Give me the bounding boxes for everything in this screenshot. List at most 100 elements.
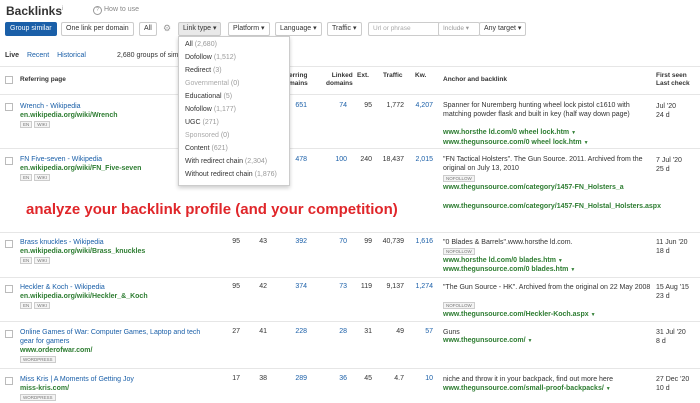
- language-dropdown[interactable]: Language ▾: [275, 22, 322, 36]
- row-title-link[interactable]: Online Games of War: Computer Games, Lap…: [20, 328, 210, 346]
- cell-ur: 41: [259, 328, 267, 335]
- cell-rd[interactable]: 289: [277, 375, 307, 382]
- row-url-link[interactable]: www.orderofwar.com/: [20, 347, 92, 354]
- menu-item-nofollow[interactable]: Nofollow (1,177): [185, 106, 236, 113]
- row-checkbox[interactable]: [5, 330, 13, 338]
- menu-item-educational[interactable]: Educational (5): [185, 93, 232, 100]
- link-type-menu: All (2,680) Dofollow (1,512) Redirect (3…: [178, 36, 290, 186]
- row-url-link[interactable]: en.wikipedia.org/wiki/FN_Five-seven: [20, 165, 141, 172]
- backlink-url[interactable]: www.thegunsource.com/category/1457-FN_Ho…: [443, 184, 624, 191]
- row-badges: EN WIKI: [20, 302, 52, 309]
- cell-kw[interactable]: 57: [403, 328, 433, 335]
- cell-rd[interactable]: 392: [277, 238, 307, 245]
- tabs: Live Recent Historical: [5, 52, 92, 59]
- menu-item-sponsored[interactable]: Sponsored (0): [185, 132, 229, 139]
- row-url-link[interactable]: en.wikipedia.org/wiki/Heckler_&_Koch: [20, 293, 148, 300]
- cell-first-seen: 7 Jul '20: [656, 157, 682, 164]
- cell-kw[interactable]: 2,015: [403, 156, 433, 163]
- row-badges: WORDPRESS: [20, 394, 58, 401]
- row-checkbox[interactable]: [5, 240, 13, 248]
- cell-ext: 99: [364, 238, 372, 245]
- cell-anchor: niche and throw it in your backpack, fin…: [443, 376, 614, 383]
- any-target-dropdown[interactable]: Any target ▾: [479, 22, 527, 36]
- menu-item-redirect[interactable]: Redirect (3): [185, 67, 222, 74]
- col-linked-domains[interactable]: Linked domains: [326, 72, 353, 88]
- tab-recent[interactable]: Recent: [27, 52, 49, 59]
- menu-item-ugc[interactable]: UGC (271): [185, 119, 219, 126]
- all-button[interactable]: All: [139, 22, 157, 36]
- gear-icon[interactable]: ⚙: [163, 23, 171, 34]
- cell-traffic: 1,772: [386, 102, 404, 109]
- group-similar-button[interactable]: Group similar: [5, 22, 57, 36]
- cell-anchor: Spanner for Nuremberg hunting wheel lock…: [443, 102, 630, 118]
- backlink-url[interactable]: www.horsthe ld.com/0 blades.htm ▼: [443, 257, 563, 264]
- col-referring-domains[interactable]: erring mains: [289, 72, 308, 88]
- url-search-input[interactable]: Url or phrase: [368, 22, 440, 36]
- cell-kw[interactable]: 10: [403, 375, 433, 382]
- divider: [0, 66, 700, 67]
- row-title-link[interactable]: Brass knuckles - Wikipedia: [20, 238, 104, 247]
- cell-last-check: 8 d: [656, 338, 666, 345]
- col-ext[interactable]: Ext.: [357, 72, 369, 80]
- select-all-checkbox[interactable]: [5, 76, 13, 84]
- row-title-link[interactable]: Heckler & Koch - Wikipedia: [20, 283, 105, 292]
- col-first-seen[interactable]: First seen Last check: [656, 72, 690, 88]
- col-anchor[interactable]: Anchor and backlink: [443, 76, 507, 84]
- backlink-url[interactable]: www.thegunsource.com/Heckler-Koch.aspx ▼: [443, 311, 596, 318]
- cell-anchor: "0 Blades & Barrels".www.horsthe ld.com.: [443, 239, 573, 246]
- col-referring-page[interactable]: Referring page: [20, 76, 66, 84]
- backlink-url[interactable]: www.horsthe ld.com/0 wheel lock.htm ▼: [443, 129, 576, 136]
- divider: [0, 232, 700, 233]
- cell-anchor: Guns: [443, 329, 460, 336]
- cell-kw[interactable]: 1,274: [403, 283, 433, 290]
- backlink-url[interactable]: www.thegunsource.com/category/1457-FN_Ho…: [443, 203, 661, 210]
- include-dropdown[interactable]: Include ▾: [438, 22, 480, 36]
- traffic-dropdown[interactable]: Traffic ▾: [327, 22, 362, 36]
- row-checkbox[interactable]: [5, 157, 13, 165]
- row-badges: EN WIKI: [20, 121, 52, 128]
- cell-last-check: 18 d: [656, 248, 670, 255]
- row-badges: WORDPRESS: [20, 356, 58, 363]
- cell-first-seen: 31 Jul '20: [656, 329, 686, 336]
- tab-historical[interactable]: Historical: [57, 52, 86, 59]
- menu-item-all[interactable]: All (2,680): [185, 41, 217, 48]
- cell-traffic: 9,137: [386, 283, 404, 290]
- row-checkbox[interactable]: [5, 103, 13, 111]
- cell-rd[interactable]: 374: [277, 283, 307, 290]
- row-url-link[interactable]: en.wikipedia.org/wiki/Wrench: [20, 112, 118, 119]
- backlink-url[interactable]: www.thegunsource.com/0 wheel lock.htm ▼: [443, 139, 589, 146]
- row-checkbox[interactable]: [5, 285, 13, 293]
- cell-kw[interactable]: 1,616: [403, 238, 433, 245]
- cell-rd[interactable]: 228: [277, 328, 307, 335]
- how-to-use-link[interactable]: ? How to use: [93, 6, 139, 15]
- one-link-per-domain-button[interactable]: One link per domain: [61, 22, 134, 36]
- cell-first-seen: 15 Aug '15: [656, 284, 689, 291]
- menu-item-with-redirect-chain[interactable]: With redirect chain (2,304): [185, 158, 267, 165]
- cell-traffic: 40,739: [382, 238, 404, 245]
- groups-count: 2,680 groups of sim: [117, 52, 179, 59]
- row-title-link[interactable]: Wrench - Wikipedia: [20, 102, 81, 111]
- row-checkbox[interactable]: [5, 377, 13, 385]
- cell-kw[interactable]: 4,207: [403, 102, 433, 109]
- cell-first-seen: 11 Jun '20: [656, 239, 688, 246]
- cell-anchor: "FN Tactical Holsters". The Gun Source. …: [443, 156, 643, 172]
- col-traffic[interactable]: Traffic: [383, 72, 403, 80]
- menu-item-governmental[interactable]: Governmental (0): [185, 80, 239, 87]
- backlink-url[interactable]: www.thegunsource.com/0 blades.htm ▼: [443, 266, 575, 273]
- row-title-link[interactable]: Miss Kris | A Moments of Getting Joy: [20, 375, 134, 384]
- page-title: Backlinksi: [6, 4, 64, 18]
- link-type-dropdown[interactable]: Link type ▾: [178, 22, 222, 36]
- menu-item-without-redirect-chain[interactable]: Without redirect chain (1,876): [185, 171, 277, 178]
- row-url-link[interactable]: miss-kris.com/: [20, 385, 69, 392]
- menu-item-content[interactable]: Content (621): [185, 145, 228, 152]
- col-kw[interactable]: Kw.: [415, 72, 426, 80]
- nofollow-tag: NOFOLLOW: [443, 175, 475, 182]
- tab-live[interactable]: Live: [5, 52, 19, 59]
- backlink-url[interactable]: www.thegunsource.com/small-proof-backpac…: [443, 385, 611, 392]
- backlink-url[interactable]: www.thegunsource.com/ ▼: [443, 337, 533, 344]
- platform-dropdown[interactable]: Platform ▾: [228, 22, 270, 36]
- row-url-link[interactable]: en.wikipedia.org/wiki/Brass_knuckles: [20, 248, 145, 255]
- cell-dr: 27: [232, 328, 240, 335]
- row-title-link[interactable]: FN Five-seven - Wikipedia: [20, 155, 102, 164]
- menu-item-dofollow[interactable]: Dofollow (1,512): [185, 54, 236, 61]
